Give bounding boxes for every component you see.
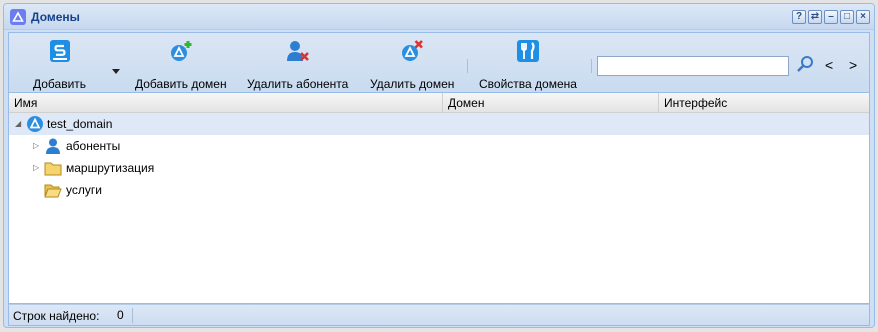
- add-domain-button[interactable]: Добавить домен: [135, 39, 227, 91]
- toolbar-separator: [467, 59, 468, 73]
- window-title: Домены: [31, 9, 80, 24]
- domain-triangle-icon: [10, 8, 26, 25]
- collapse-arrow-icon[interactable]: ◢: [15, 119, 21, 128]
- delete-domain-icon: [400, 39, 424, 63]
- expand-arrow-icon[interactable]: ▷: [33, 163, 39, 172]
- user-icon: [44, 137, 62, 155]
- folder-icon: [44, 160, 62, 178]
- tree-row-services[interactable]: услуги: [9, 179, 869, 201]
- domains-tree-grid: Имя Домен Интерфейс ◢ test_domain ▷ абон…: [8, 92, 870, 304]
- column-header-domain[interactable]: Домен: [443, 93, 659, 112]
- maximize-icon[interactable]: □: [840, 9, 854, 24]
- domain-properties-label: Свойства домена: [479, 77, 577, 91]
- prev-page-button[interactable]: <: [825, 57, 833, 73]
- window-titlebar[interactable]: Домены ? ⇄ – □ ×: [4, 4, 874, 30]
- minimize-icon[interactable]: –: [824, 9, 838, 24]
- next-page-button[interactable]: >: [849, 57, 857, 73]
- tree-node-label: test_domain: [47, 117, 113, 131]
- toolbar-separator: [591, 59, 592, 73]
- toolbar: Добавить Добавить домен Удалить абонента…: [8, 32, 870, 92]
- add-domain-icon: [169, 39, 193, 63]
- properties-tools-icon: [516, 39, 540, 63]
- tree-node-label: услуги: [66, 183, 102, 197]
- rows-found-label: Строк найдено:: [13, 309, 100, 323]
- add-dropdown-arrow-icon[interactable]: [112, 64, 120, 78]
- column-header-interface[interactable]: Интерфейс: [659, 93, 869, 112]
- folder-open-icon: [44, 182, 62, 200]
- tree-row-test-domain[interactable]: ◢ test_domain: [9, 113, 869, 135]
- status-separator: [132, 308, 133, 323]
- grid-header: Имя Домен Интерфейс: [9, 93, 869, 113]
- search-icon[interactable]: [795, 55, 815, 75]
- delete-subscriber-button[interactable]: Удалить абонента: [247, 39, 348, 91]
- add-s-icon: [48, 39, 72, 63]
- delete-subscriber-label: Удалить абонента: [247, 77, 349, 91]
- search-input[interactable]: [597, 56, 789, 76]
- close-icon[interactable]: ×: [856, 9, 870, 24]
- domain-triangle-icon: [26, 115, 44, 133]
- tree-row-subscribers[interactable]: ▷ абоненты: [9, 135, 869, 157]
- tree-node-label: абоненты: [66, 139, 121, 153]
- delete-user-icon: [286, 39, 310, 63]
- delete-domain-label: Удалить домен: [370, 77, 455, 91]
- help-icon[interactable]: ?: [792, 9, 806, 24]
- expand-arrow-icon[interactable]: ▷: [33, 141, 39, 150]
- domains-window: Домены ? ⇄ – □ × Добавить Добавить домен…: [3, 3, 875, 328]
- tree-node-label: маршрутизация: [66, 161, 155, 175]
- status-bar: Строк найдено: 0: [8, 304, 870, 326]
- delete-domain-button[interactable]: Удалить домен: [370, 39, 454, 91]
- tree-row-routing[interactable]: ▷ маршрутизация: [9, 157, 869, 179]
- rows-found-count: 0: [117, 308, 124, 322]
- add-button-label: Добавить: [33, 77, 87, 91]
- column-header-name[interactable]: Имя: [9, 93, 443, 112]
- refresh-icon[interactable]: ⇄: [808, 9, 822, 24]
- add-button[interactable]: Добавить: [33, 39, 86, 91]
- add-domain-label: Добавить домен: [135, 77, 227, 91]
- domain-properties-button[interactable]: Свойства домена: [479, 39, 577, 91]
